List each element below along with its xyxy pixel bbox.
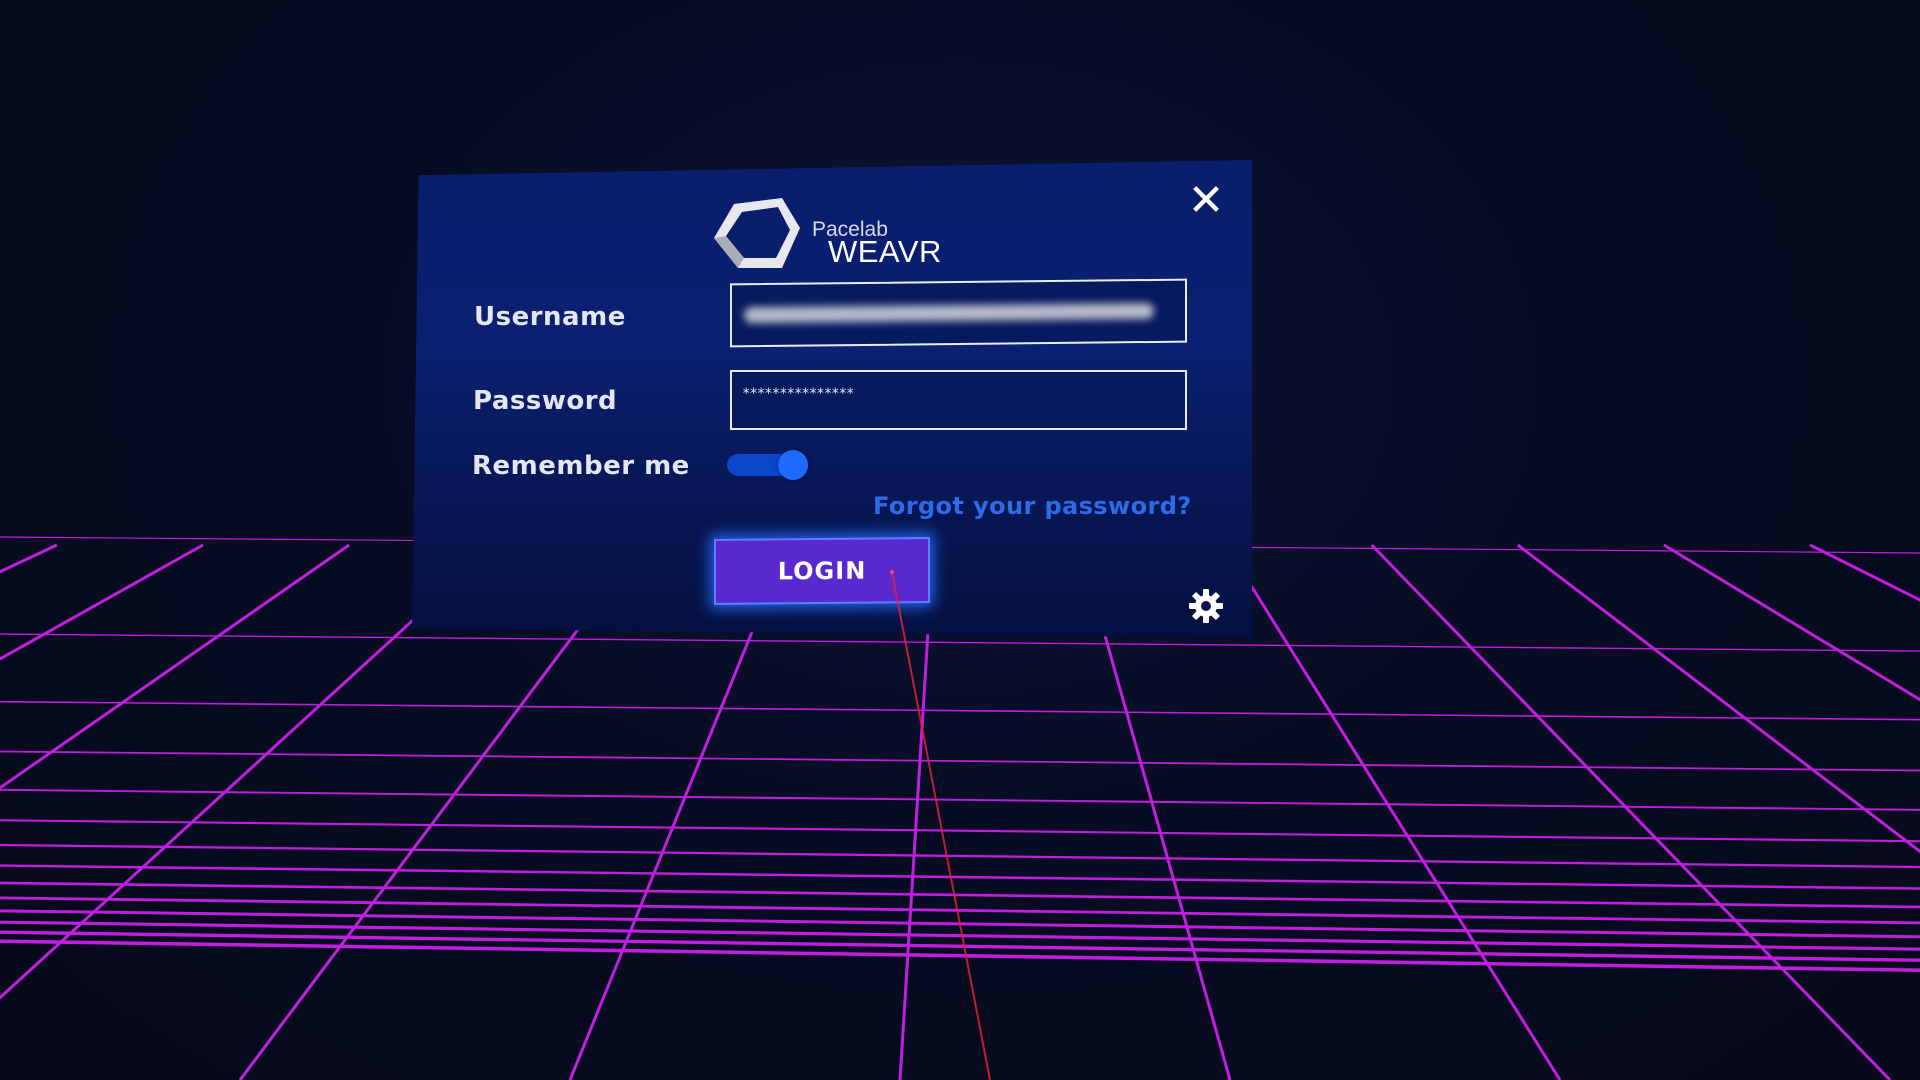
toggle-knob [778,450,808,480]
grid-line-radial [1370,543,1892,1080]
grid-line-radial [0,543,350,790]
grid-line-radial [1224,544,1562,1080]
password-label: Password [473,386,618,416]
forgot-password-link[interactable]: Forgot your password? [873,492,1192,520]
grid-line-horizontal [0,819,1920,843]
password-input[interactable]: *************** [730,370,1187,430]
close-icon: ✕ [1187,175,1225,226]
password-masked-value: *************** [742,386,854,402]
username-value-redacted [744,302,1154,324]
login-button[interactable]: LOGIN [714,537,930,605]
grid-line-horizontal [0,864,1920,890]
brand-logo: Pacelab WEAVR [712,198,952,270]
remember-me-label: Remember me [472,451,690,481]
grid-line-horizontal [0,633,1920,652]
grid-line-horizontal [0,750,1920,772]
grid-line-horizontal [0,896,1920,925]
grid-line-horizontal [0,843,1920,869]
gear-icon[interactable] [1188,588,1224,624]
grid-line-radial [1663,543,1920,702]
vr-environment: ✕ Pacelab WEAVR Username Password ******… [0,0,1920,1080]
username-input[interactable] [730,278,1187,348]
close-button[interactable]: ✕ [1183,178,1229,224]
grid-line-horizontal [0,909,1920,939]
username-label: Username [474,302,626,332]
pacelab-hexagon-icon [714,198,800,268]
grid-line-radial [1809,543,1920,602]
grid-line-horizontal [0,881,1920,909]
remember-me-toggle[interactable] [727,450,809,480]
brand-name-big: WEAVR [828,234,942,269]
grid-line-radial [1516,543,1920,854]
grid-line-horizontal [0,700,1920,721]
grid-line-radial [0,543,58,574]
grid-line-horizontal [0,788,1920,811]
grid-line-radial [0,543,204,661]
